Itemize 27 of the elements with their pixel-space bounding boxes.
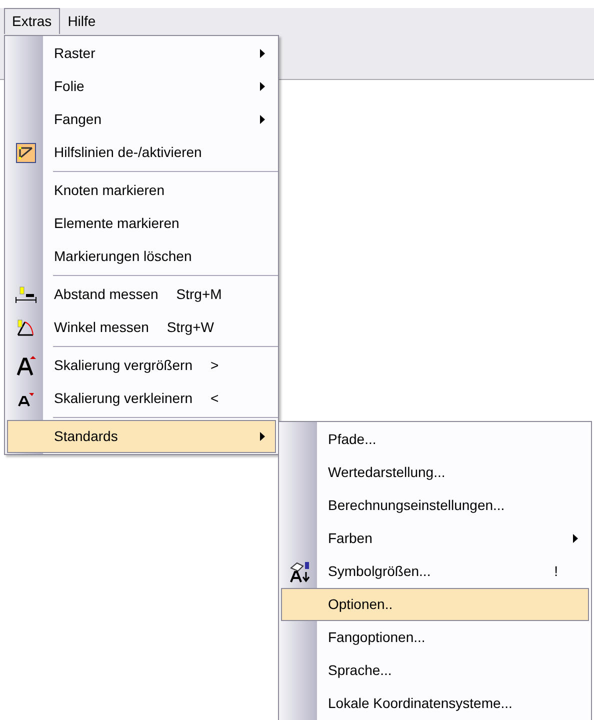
- angle-measure-icon: [16, 318, 36, 336]
- menu-item[interactable]: Optionen..: [281, 588, 589, 621]
- menu-item[interactable]: Skalierung vergrößern >: [7, 349, 276, 382]
- menu-item[interactable]: Skalierung verkleinern <: [7, 382, 276, 415]
- font-size-up-icon: [15, 354, 37, 376]
- menu-item[interactable]: Fangoptionen...: [281, 621, 589, 654]
- menu-item[interactable]: Hilfslinien de-/aktivieren: [7, 136, 276, 169]
- menu-item[interactable]: Markierungen löschen: [7, 240, 276, 273]
- menu-item[interactable]: Knoten markieren: [7, 174, 276, 207]
- menu-item[interactable]: Lokale Koordinatensysteme...: [281, 687, 589, 720]
- symbol-size-icon: [289, 560, 311, 582]
- menu-item[interactable]: Abstand messen Strg+M: [7, 278, 276, 311]
- menu-item[interactable]: Sprache...: [281, 654, 589, 687]
- ruler-measure-icon: [15, 286, 37, 304]
- menu-item[interactable]: Elemente markieren: [7, 207, 276, 240]
- menu-item[interactable]: Winkel messen Strg+W: [7, 311, 276, 344]
- menu-bar-item[interactable]: Extras: [4, 8, 60, 34]
- menu-item[interactable]: Pfade...: [281, 423, 589, 456]
- menu-bar-item[interactable]: Hilfe: [60, 8, 104, 34]
- menu-item[interactable]: Folie: [7, 70, 276, 103]
- menu-item[interactable]: Standards: [7, 420, 276, 453]
- menu-item[interactable]: Fangen: [7, 103, 276, 136]
- menu-item[interactable]: Farben: [281, 522, 589, 555]
- menu-item[interactable]: Raster: [7, 37, 276, 70]
- menu-item[interactable]: Berechnungseinstellungen...: [281, 489, 589, 522]
- menu-item[interactable]: Wertedarstellung...: [281, 456, 589, 489]
- menu-item[interactable]: Symbolgrößen... !: [281, 555, 589, 588]
